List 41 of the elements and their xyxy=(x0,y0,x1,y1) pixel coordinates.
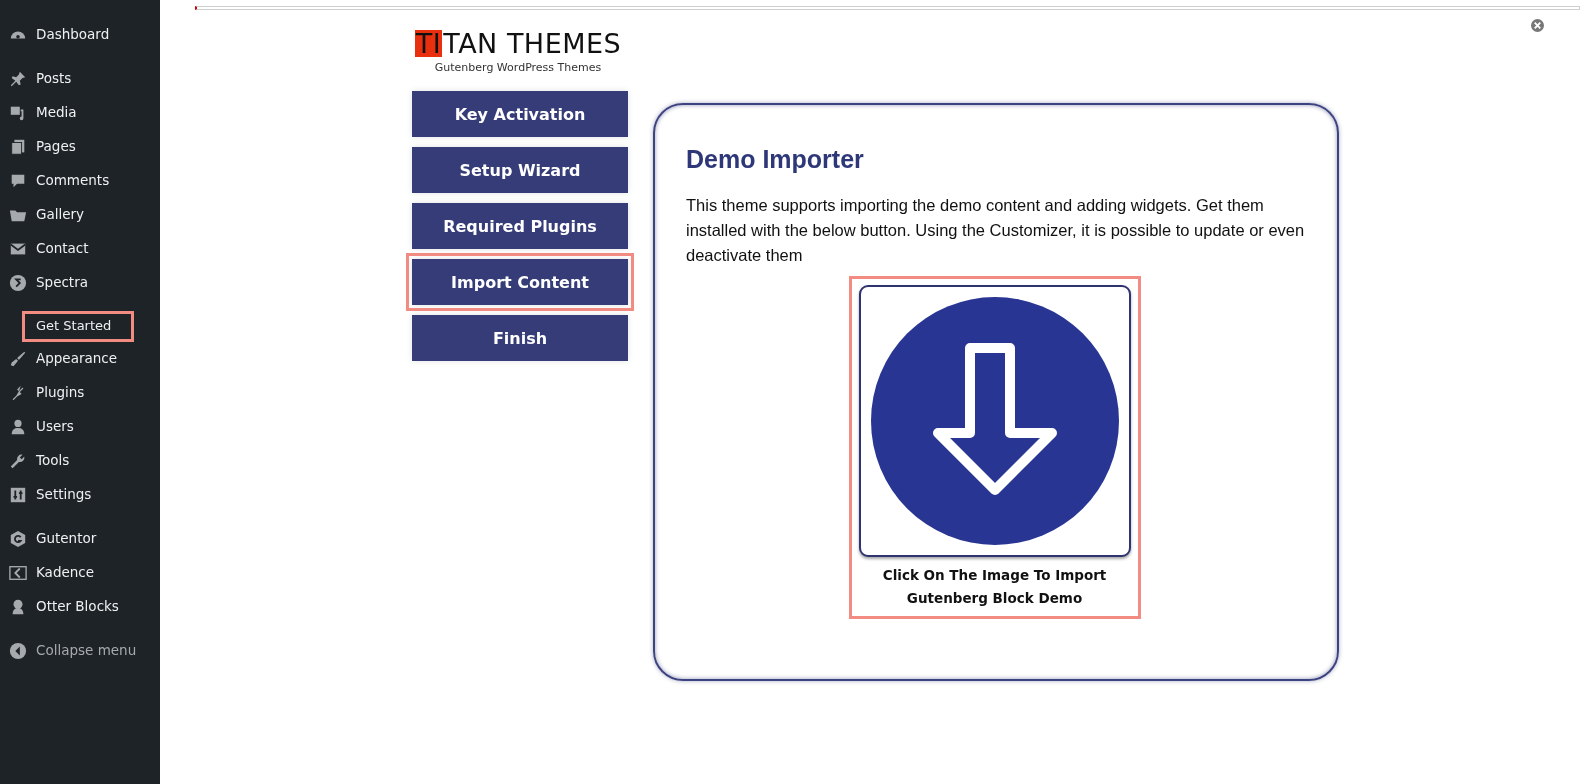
menu-icon xyxy=(9,138,27,156)
menu-icon xyxy=(9,530,27,548)
step-button[interactable]: Key Activation xyxy=(412,91,628,137)
menu-icon xyxy=(9,418,27,436)
menu-icon xyxy=(9,274,27,292)
menu-item[interactable]: Collapse menu xyxy=(36,642,137,660)
menu-item[interactable]: Gutentor xyxy=(36,530,97,548)
menu-item[interactable]: Appearance xyxy=(36,350,118,368)
menu-item[interactable]: Posts xyxy=(36,70,72,88)
step-button[interactable]: Required Plugins xyxy=(412,203,628,249)
step-button[interactable]: Import Content xyxy=(412,259,628,305)
menu-item[interactable]: Settings xyxy=(36,486,92,504)
menu-item[interactable]: Tools xyxy=(36,452,70,470)
collapse-icon xyxy=(9,642,27,660)
menu-icon xyxy=(9,564,27,582)
menu-icon xyxy=(9,486,27,504)
menu-item[interactable]: Dashboard xyxy=(36,26,110,44)
menu-item[interactable]: Contact xyxy=(36,240,89,258)
menu-item[interactable]: Media xyxy=(36,104,77,122)
menu-item[interactable]: Plugins xyxy=(36,384,85,402)
menu-icon xyxy=(9,350,27,368)
step-button[interactable]: Finish xyxy=(412,315,628,361)
logo-mark: TI xyxy=(414,30,443,57)
menu-item[interactable]: Pages xyxy=(36,138,76,156)
logo-text: TAN THEMES xyxy=(443,30,622,57)
import-caption: Click On The Image To Import Gutenberg Block Demo xyxy=(881,566,1108,608)
card-title: Demo Importer xyxy=(686,145,865,174)
menu-item[interactable]: Comments xyxy=(36,172,110,190)
import-button[interactable] xyxy=(858,285,1131,557)
menu-icon xyxy=(9,452,27,470)
menu-item[interactable]: Kadence xyxy=(36,564,95,582)
menu-item[interactable]: Users xyxy=(36,418,74,436)
description-text: This theme supports importing the demo content and adding widgets. Get them installed with the below button. Using the Customizer, it is possible to update or even deactivate them xyxy=(686,195,1306,266)
menu-icon xyxy=(9,70,27,88)
menu-item[interactable]: Gallery xyxy=(36,206,85,224)
submenu-item[interactable]: Get Started xyxy=(22,310,135,342)
menu-item[interactable]: Spectra xyxy=(36,274,88,292)
menu-item[interactable]: Otter Blocks xyxy=(36,598,119,616)
close-icon[interactable] xyxy=(1531,19,1544,32)
logo-tagline: Gutenberg WordPress Themes xyxy=(434,61,602,74)
step-button[interactable]: Setup Wizard xyxy=(412,147,628,193)
